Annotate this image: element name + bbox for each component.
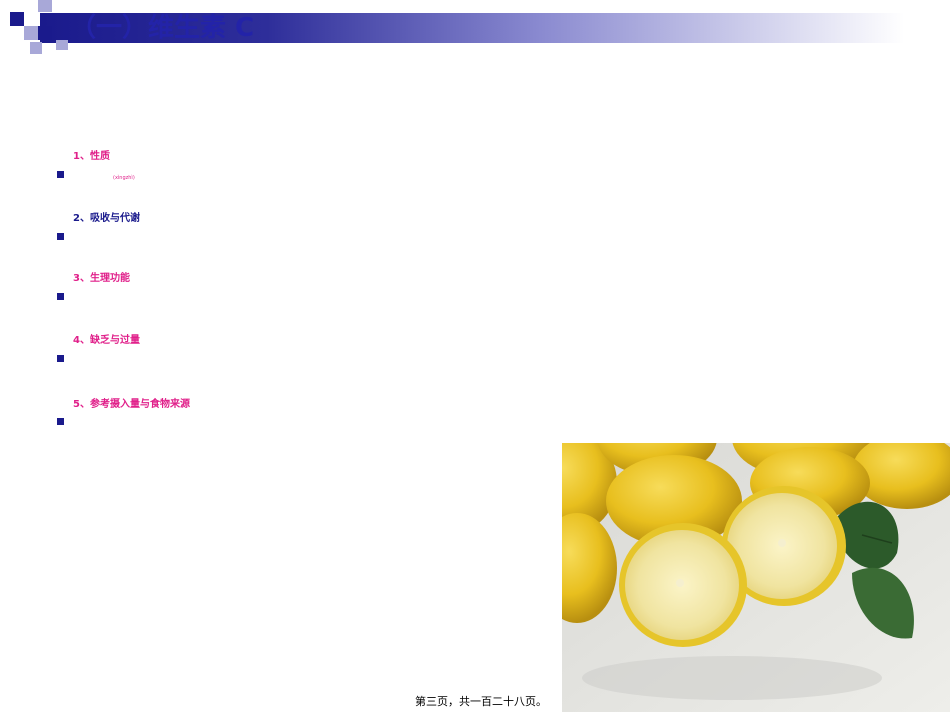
decor-square [56,40,68,50]
decor-square [30,42,42,54]
bullet-marker [57,355,64,362]
outline-item-properties: 1、性质 [73,151,110,162]
decor-square [10,12,24,26]
decor-square [38,26,52,40]
bullet-marker [57,293,64,300]
outline-item-function: 3、生理功能 [73,273,130,284]
pinyin-annotation: (xìngzhì) [113,175,135,181]
lemon-illustration [562,443,950,712]
lemon-photo [562,443,950,712]
outline-item-absorption: 2、吸收与代谢 [73,213,140,224]
decor-square [38,0,52,12]
decor-square [24,26,38,40]
bullet-marker [57,233,64,240]
outline-item-intake: 5、参考摄入量与食物来源 [73,399,190,410]
bullet-marker [57,418,64,425]
page-footer: 第三页，共一百二十八页。 [415,695,547,708]
outline-item-deficiency: 4、缺乏与过量 [73,335,140,346]
bullet-marker [57,171,64,178]
slide-title: （一）维生素 C [70,13,255,43]
